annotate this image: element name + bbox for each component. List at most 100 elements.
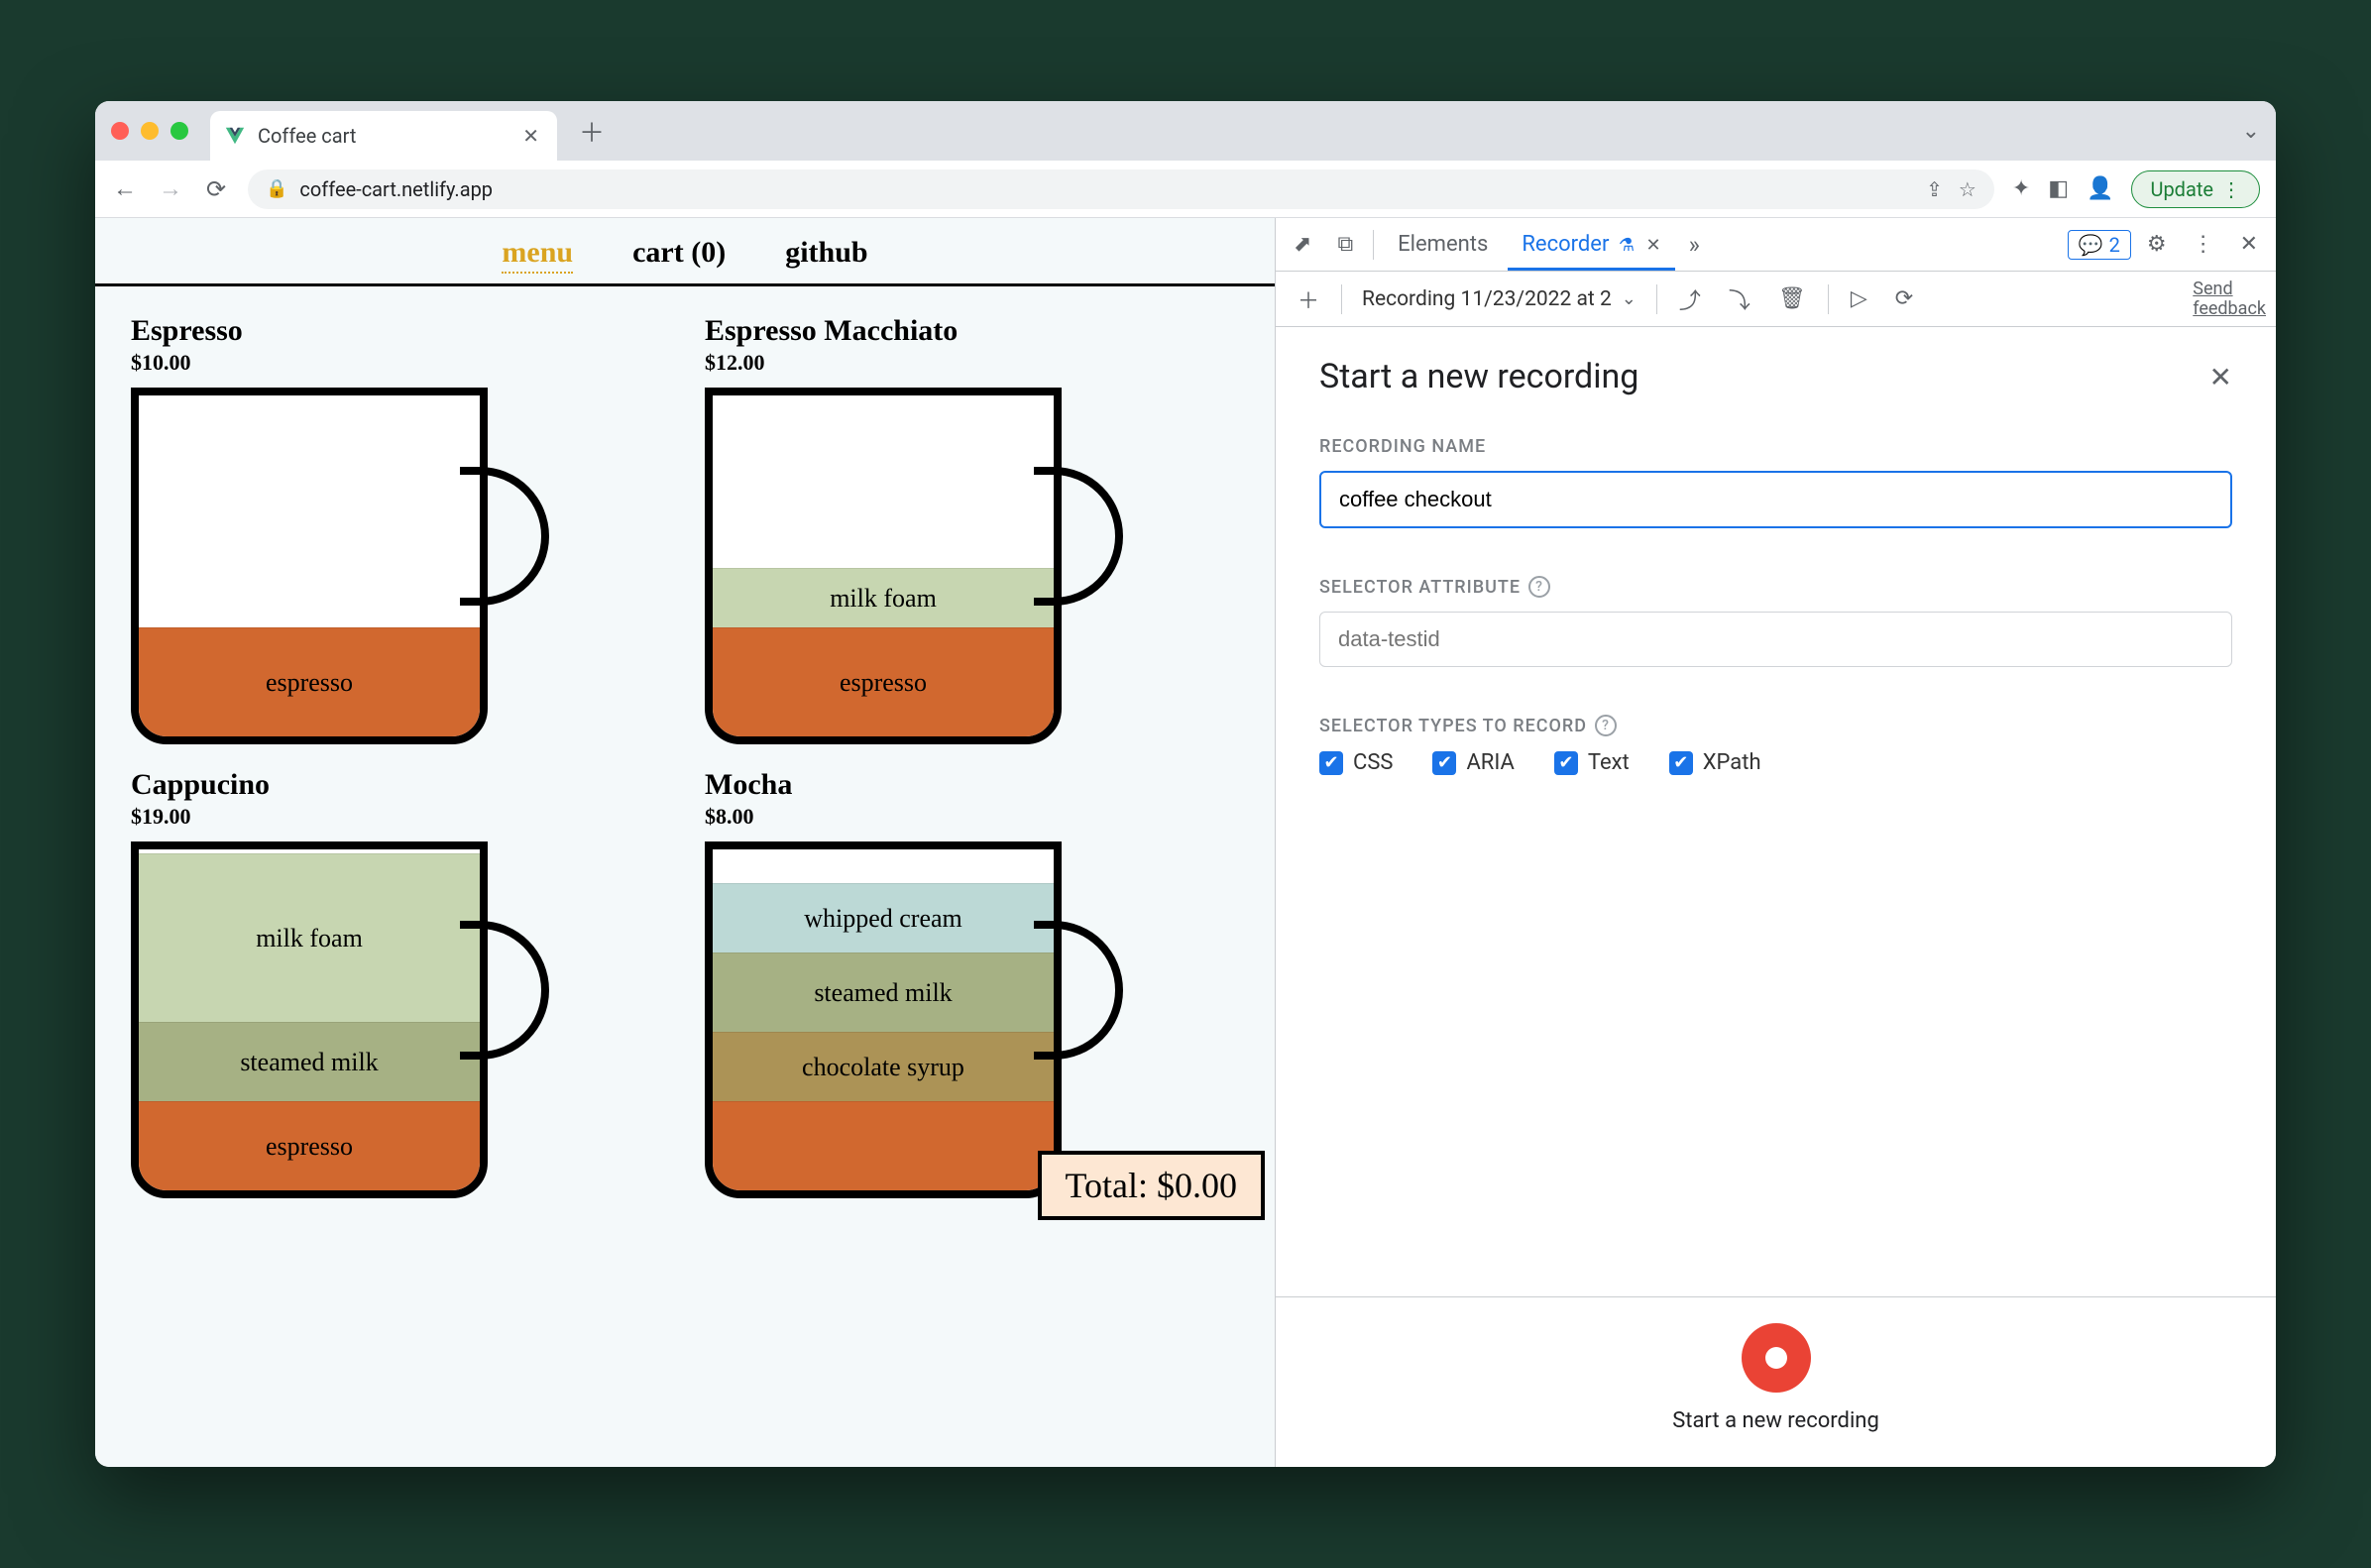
checkbox-css[interactable]: ✔CSS bbox=[1319, 750, 1393, 775]
checkbox-xpath[interactable]: ✔XPath bbox=[1669, 750, 1761, 775]
import-icon[interactable]: ⤵ bbox=[1717, 283, 1762, 315]
page-nav: menu cart (0) github bbox=[95, 218, 1275, 286]
start-recording-caption: Start a new recording bbox=[1672, 1408, 1879, 1433]
recording-name-label: RECORDING NAME bbox=[1319, 436, 2232, 457]
settings-icon[interactable]: ⚙ bbox=[2137, 232, 2177, 257]
cup-handle bbox=[460, 921, 549, 1060]
cup-layer bbox=[713, 1101, 1054, 1190]
window-controls bbox=[111, 122, 188, 140]
close-window-button[interactable] bbox=[111, 122, 129, 140]
recording-name-input[interactable] bbox=[1319, 471, 2232, 528]
send-feedback-link[interactable]: Sendfeedback bbox=[2193, 280, 2266, 319]
close-form-icon[interactable]: ✕ bbox=[2209, 361, 2232, 393]
cup-layer: steamed milk bbox=[139, 1022, 480, 1101]
recording-selector[interactable]: Recording 11/23/2022 at 2 ⌄ bbox=[1352, 287, 1646, 311]
product-grid: Espresso$10.00espressoEspresso Macchiato… bbox=[95, 286, 1275, 1226]
cup: milk foamsteamed milkespresso bbox=[131, 841, 567, 1198]
product-card[interactable]: Espresso$10.00 espresso bbox=[131, 314, 665, 744]
product-card[interactable]: Cappucino$19.00 milk foamsteamed milkespr… bbox=[131, 768, 665, 1198]
checkbox-aria[interactable]: ✔ARIA bbox=[1432, 750, 1514, 775]
cup-handle bbox=[1034, 921, 1123, 1060]
cart-total-badge[interactable]: Total: $0.00 bbox=[1038, 1151, 1265, 1220]
nav-cart[interactable]: cart (0) bbox=[632, 236, 726, 274]
cup: whipped creamsteamed milkchocolate syrup bbox=[705, 841, 1141, 1198]
product-price: $10.00 bbox=[131, 350, 665, 376]
browser-window: Coffee cart ✕ ＋ ⌄ ← → ⟳ 🔒 coffee-cart.ne… bbox=[95, 101, 2276, 1467]
selector-attribute-label: SELECTOR ATTRIBUTE ? bbox=[1319, 576, 2232, 598]
product-name: Mocha bbox=[705, 768, 1239, 802]
product-price: $12.00 bbox=[705, 350, 1239, 376]
panel-heading: Start a new recording bbox=[1319, 357, 1638, 396]
share-icon[interactable]: ⇪ bbox=[1926, 177, 1943, 201]
sidepanel-icon[interactable]: ◧ bbox=[2048, 176, 2069, 201]
chevron-down-icon: ⌄ bbox=[1622, 288, 1637, 309]
nav-github[interactable]: github bbox=[785, 236, 867, 274]
cup-layer: chocolate syrup bbox=[713, 1032, 1054, 1101]
content-area: menu cart (0) github Espresso$10.00 espre… bbox=[95, 218, 2276, 1467]
bookmark-icon[interactable]: ☆ bbox=[1959, 177, 1976, 201]
inspect-icon[interactable]: ⬈ bbox=[1284, 226, 1321, 263]
cup-layer: espresso bbox=[139, 1101, 480, 1190]
update-button[interactable]: Update ⋮ bbox=[2131, 170, 2260, 208]
tabs-menu-icon[interactable]: ⌄ bbox=[2242, 119, 2260, 144]
help-icon[interactable]: ? bbox=[1595, 715, 1617, 736]
back-button[interactable]: ← bbox=[111, 174, 139, 203]
titlebar: Coffee cart ✕ ＋ ⌄ bbox=[95, 101, 2276, 161]
cup: milk foamespresso bbox=[705, 388, 1141, 744]
tab-title: Coffee cart bbox=[258, 124, 356, 148]
devtools-menu-icon[interactable]: ⋮ bbox=[2183, 232, 2224, 257]
minimize-window-button[interactable] bbox=[141, 122, 159, 140]
selector-types-label: SELECTOR TYPES TO RECORD ? bbox=[1319, 715, 2232, 736]
export-icon[interactable]: ⤴ bbox=[1667, 283, 1713, 315]
help-icon[interactable]: ? bbox=[1528, 576, 1550, 598]
new-tab-button[interactable]: ＋ bbox=[567, 113, 617, 150]
selector-types-row: ✔CSS ✔ARIA ✔Text ✔XPath bbox=[1319, 750, 2232, 775]
recorder-toolbar: ＋ Recording 11/23/2022 at 2 ⌄ ⤴ ⤵ 🗑 ▷ ⟳ … bbox=[1276, 272, 2276, 327]
forward-button[interactable]: → bbox=[157, 174, 184, 203]
profile-icon[interactable]: 👤 bbox=[2087, 176, 2113, 201]
cup-handle bbox=[460, 467, 549, 606]
recorder-body: Start a new recording ✕ RECORDING NAME S… bbox=[1276, 327, 2276, 1296]
close-devtools-icon[interactable]: ✕ bbox=[2230, 232, 2268, 257]
nav-menu[interactable]: menu bbox=[502, 236, 573, 274]
product-price: $19.00 bbox=[131, 804, 665, 830]
close-panel-tab-icon[interactable]: ✕ bbox=[1646, 235, 1661, 256]
product-card[interactable]: Espresso Macchiato$12.00milk foamespress… bbox=[705, 314, 1239, 744]
cup-layer: steamed milk bbox=[713, 952, 1054, 1032]
cup-layer: espresso bbox=[139, 627, 480, 736]
maximize-window-button[interactable] bbox=[170, 122, 188, 140]
kebab-icon: ⋮ bbox=[2221, 177, 2241, 201]
cup-handle bbox=[1034, 467, 1123, 606]
performance-icon[interactable]: ⟳ bbox=[1883, 286, 1925, 311]
tabs-overflow-icon[interactable]: » bbox=[1681, 231, 1708, 259]
extensions-icon[interactable]: ✦ bbox=[2012, 176, 2030, 201]
vue-icon bbox=[224, 125, 246, 147]
omnibox[interactable]: 🔒 coffee-cart.netlify.app ⇪ ☆ bbox=[248, 169, 1994, 209]
tab-recorder[interactable]: Recorder ⚗ ✕ bbox=[1508, 218, 1674, 271]
delete-icon[interactable]: 🗑 bbox=[1766, 286, 1818, 311]
product-card[interactable]: Mocha$8.00 whipped creamsteamed milkchoco… bbox=[705, 768, 1239, 1198]
cup-layer: whipped cream bbox=[713, 883, 1054, 952]
issues-badge[interactable]: 💬 2 bbox=[2068, 230, 2131, 260]
product-price: $8.00 bbox=[705, 804, 1239, 830]
product-name: Cappucino bbox=[131, 768, 665, 802]
selector-attribute-input[interactable] bbox=[1319, 612, 2232, 667]
replay-icon[interactable]: ▷ bbox=[1839, 286, 1879, 311]
device-toggle-icon[interactable]: ⧉ bbox=[1327, 226, 1363, 263]
flask-icon: ⚗ bbox=[1619, 235, 1635, 256]
devtools-panel: ⬈ ⧉ Elements Recorder ⚗ ✕ » 💬 2 ⚙ ⋮ ✕ bbox=[1275, 218, 2276, 1467]
cup-layer: milk foam bbox=[713, 568, 1054, 627]
tab-elements[interactable]: Elements bbox=[1384, 218, 1502, 271]
cup-layer: espresso bbox=[713, 627, 1054, 736]
new-recording-icon[interactable]: ＋ bbox=[1286, 283, 1331, 315]
product-name: Espresso bbox=[131, 314, 665, 348]
close-tab-icon[interactable]: ✕ bbox=[522, 124, 539, 148]
start-recording-button[interactable] bbox=[1742, 1323, 1811, 1393]
cup-layer: milk foam bbox=[139, 853, 480, 1022]
reload-button[interactable]: ⟳ bbox=[202, 175, 230, 203]
checkbox-text[interactable]: ✔Text bbox=[1554, 750, 1630, 775]
browser-tab[interactable]: Coffee cart ✕ bbox=[210, 111, 557, 161]
webpage: menu cart (0) github Espresso$10.00 espre… bbox=[95, 218, 1275, 1467]
recorder-footer: Start a new recording bbox=[1276, 1296, 2276, 1467]
cup: espresso bbox=[131, 388, 567, 744]
